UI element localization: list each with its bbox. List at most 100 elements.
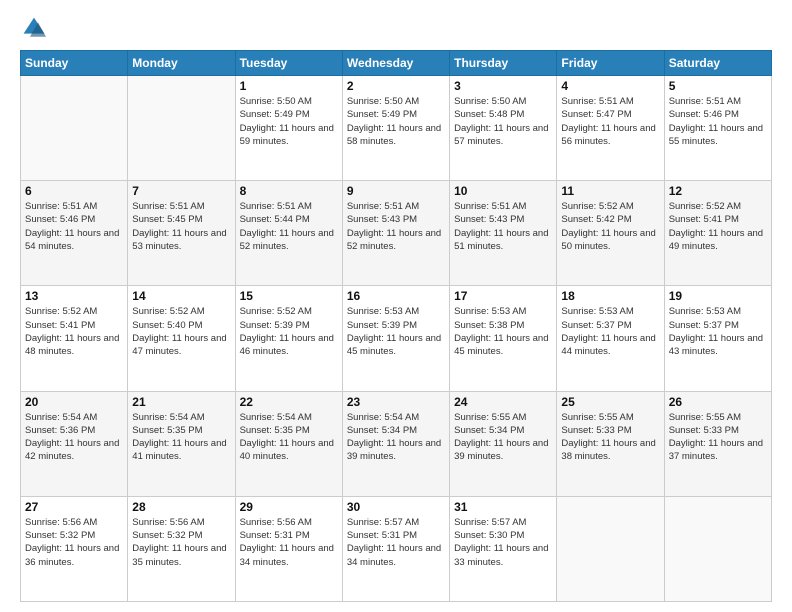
- day-cell: 13 Sunrise: 5:52 AM Sunset: 5:41 PM Dayli…: [21, 286, 128, 391]
- day-info: Sunrise: 5:51 AM Sunset: 5:46 PM Dayligh…: [669, 95, 767, 148]
- day-number: 9: [347, 184, 445, 198]
- day-cell: 11 Sunrise: 5:52 AM Sunset: 5:42 PM Dayli…: [557, 181, 664, 286]
- day-info: Sunrise: 5:54 AM Sunset: 5:35 PM Dayligh…: [132, 411, 230, 464]
- day-info: Sunrise: 5:52 AM Sunset: 5:41 PM Dayligh…: [25, 305, 123, 358]
- day-number: 23: [347, 395, 445, 409]
- day-cell: 12 Sunrise: 5:52 AM Sunset: 5:41 PM Dayli…: [664, 181, 771, 286]
- day-cell: 25 Sunrise: 5:55 AM Sunset: 5:33 PM Dayli…: [557, 391, 664, 496]
- day-cell: 1 Sunrise: 5:50 AM Sunset: 5:49 PM Daylig…: [235, 76, 342, 181]
- header-row: SundayMondayTuesdayWednesdayThursdayFrid…: [21, 51, 772, 76]
- day-cell: 22 Sunrise: 5:54 AM Sunset: 5:35 PM Dayli…: [235, 391, 342, 496]
- header-cell-wednesday: Wednesday: [342, 51, 449, 76]
- day-info: Sunrise: 5:56 AM Sunset: 5:32 PM Dayligh…: [25, 516, 123, 569]
- day-number: 18: [561, 289, 659, 303]
- week-row-1: 1 Sunrise: 5:50 AM Sunset: 5:49 PM Daylig…: [21, 76, 772, 181]
- day-cell: [664, 496, 771, 601]
- day-number: 1: [240, 79, 338, 93]
- day-cell: 19Sunrise: 5:53 AM Sunset: 5:37 PM Dayli…: [664, 286, 771, 391]
- day-cell: 28 Sunrise: 5:56 AM Sunset: 5:32 PM Dayli…: [128, 496, 235, 601]
- day-cell: [128, 76, 235, 181]
- day-number: 26: [669, 395, 767, 409]
- day-cell: 31 Sunrise: 5:57 AM Sunset: 5:30 PM Dayli…: [450, 496, 557, 601]
- day-cell: 26 Sunrise: 5:55 AM Sunset: 5:33 PM Dayli…: [664, 391, 771, 496]
- day-number: 20: [25, 395, 123, 409]
- day-number: 5: [669, 79, 767, 93]
- day-info: Sunrise: 5:51 AM Sunset: 5:46 PM Dayligh…: [25, 200, 123, 253]
- day-number: 22: [240, 395, 338, 409]
- day-cell: 2 Sunrise: 5:50 AM Sunset: 5:49 PM Daylig…: [342, 76, 449, 181]
- week-row-5: 27 Sunrise: 5:56 AM Sunset: 5:32 PM Dayli…: [21, 496, 772, 601]
- day-cell: 10 Sunrise: 5:51 AM Sunset: 5:43 PM Dayli…: [450, 181, 557, 286]
- day-number: 25: [561, 395, 659, 409]
- logo-icon: [22, 16, 46, 40]
- day-cell: 7Sunrise: 5:51 AM Sunset: 5:45 PM Daylig…: [128, 181, 235, 286]
- week-row-4: 20 Sunrise: 5:54 AM Sunset: 5:36 PM Dayli…: [21, 391, 772, 496]
- day-cell: 30 Sunrise: 5:57 AM Sunset: 5:31 PM Dayli…: [342, 496, 449, 601]
- week-row-3: 13 Sunrise: 5:52 AM Sunset: 5:41 PM Dayli…: [21, 286, 772, 391]
- day-number: 14: [132, 289, 230, 303]
- day-cell: 29 Sunrise: 5:56 AM Sunset: 5:31 PM Dayli…: [235, 496, 342, 601]
- day-info: Sunrise: 5:50 AM Sunset: 5:48 PM Dayligh…: [454, 95, 552, 148]
- day-info: Sunrise: 5:55 AM Sunset: 5:33 PM Dayligh…: [669, 411, 767, 464]
- day-info: Sunrise: 5:54 AM Sunset: 5:36 PM Dayligh…: [25, 411, 123, 464]
- week-row-2: 6Sunrise: 5:51 AM Sunset: 5:46 PM Daylig…: [21, 181, 772, 286]
- day-number: 7: [132, 184, 230, 198]
- day-info: Sunrise: 5:55 AM Sunset: 5:34 PM Dayligh…: [454, 411, 552, 464]
- day-number: 10: [454, 184, 552, 198]
- day-info: Sunrise: 5:57 AM Sunset: 5:31 PM Dayligh…: [347, 516, 445, 569]
- header-cell-friday: Friday: [557, 51, 664, 76]
- header-cell-sunday: Sunday: [21, 51, 128, 76]
- day-info: Sunrise: 5:52 AM Sunset: 5:42 PM Dayligh…: [561, 200, 659, 253]
- header-cell-monday: Monday: [128, 51, 235, 76]
- day-info: Sunrise: 5:53 AM Sunset: 5:37 PM Dayligh…: [669, 305, 767, 358]
- day-number: 13: [25, 289, 123, 303]
- day-number: 21: [132, 395, 230, 409]
- day-number: 24: [454, 395, 552, 409]
- day-cell: 20 Sunrise: 5:54 AM Sunset: 5:36 PM Dayli…: [21, 391, 128, 496]
- header-cell-saturday: Saturday: [664, 51, 771, 76]
- day-info: Sunrise: 5:51 AM Sunset: 5:43 PM Dayligh…: [454, 200, 552, 253]
- day-info: Sunrise: 5:52 AM Sunset: 5:39 PM Dayligh…: [240, 305, 338, 358]
- day-number: 30: [347, 500, 445, 514]
- day-cell: 3 Sunrise: 5:50 AM Sunset: 5:48 PM Daylig…: [450, 76, 557, 181]
- day-info: Sunrise: 5:53 AM Sunset: 5:38 PM Dayligh…: [454, 305, 552, 358]
- day-cell: 18 Sunrise: 5:53 AM Sunset: 5:37 PM Dayli…: [557, 286, 664, 391]
- day-cell: 21 Sunrise: 5:54 AM Sunset: 5:35 PM Dayli…: [128, 391, 235, 496]
- day-info: Sunrise: 5:55 AM Sunset: 5:33 PM Dayligh…: [561, 411, 659, 464]
- header-cell-tuesday: Tuesday: [235, 51, 342, 76]
- day-info: Sunrise: 5:51 AM Sunset: 5:43 PM Dayligh…: [347, 200, 445, 253]
- day-info: Sunrise: 5:56 AM Sunset: 5:32 PM Dayligh…: [132, 516, 230, 569]
- day-cell: 17 Sunrise: 5:53 AM Sunset: 5:38 PM Dayli…: [450, 286, 557, 391]
- header: [20, 16, 772, 40]
- day-cell: 24 Sunrise: 5:55 AM Sunset: 5:34 PM Dayli…: [450, 391, 557, 496]
- day-cell: 5 Sunrise: 5:51 AM Sunset: 5:46 PM Daylig…: [664, 76, 771, 181]
- day-cell: 16 Sunrise: 5:53 AM Sunset: 5:39 PM Dayli…: [342, 286, 449, 391]
- day-info: Sunrise: 5:52 AM Sunset: 5:41 PM Dayligh…: [669, 200, 767, 253]
- day-info: Sunrise: 5:50 AM Sunset: 5:49 PM Dayligh…: [347, 95, 445, 148]
- day-number: 17: [454, 289, 552, 303]
- day-number: 2: [347, 79, 445, 93]
- day-cell: 14 Sunrise: 5:52 AM Sunset: 5:40 PM Dayli…: [128, 286, 235, 391]
- day-cell: 9 Sunrise: 5:51 AM Sunset: 5:43 PM Daylig…: [342, 181, 449, 286]
- day-info: Sunrise: 5:53 AM Sunset: 5:37 PM Dayligh…: [561, 305, 659, 358]
- day-cell: [557, 496, 664, 601]
- day-number: 12: [669, 184, 767, 198]
- day-info: Sunrise: 5:52 AM Sunset: 5:40 PM Dayligh…: [132, 305, 230, 358]
- day-info: Sunrise: 5:54 AM Sunset: 5:35 PM Dayligh…: [240, 411, 338, 464]
- day-number: 3: [454, 79, 552, 93]
- day-number: 31: [454, 500, 552, 514]
- day-number: 29: [240, 500, 338, 514]
- day-number: 8: [240, 184, 338, 198]
- day-number: 27: [25, 500, 123, 514]
- day-number: 16: [347, 289, 445, 303]
- day-info: Sunrise: 5:54 AM Sunset: 5:34 PM Dayligh…: [347, 411, 445, 464]
- day-cell: 8Sunrise: 5:51 AM Sunset: 5:44 PM Daylig…: [235, 181, 342, 286]
- day-info: Sunrise: 5:50 AM Sunset: 5:49 PM Dayligh…: [240, 95, 338, 148]
- day-info: Sunrise: 5:56 AM Sunset: 5:31 PM Dayligh…: [240, 516, 338, 569]
- calendar-table: SundayMondayTuesdayWednesdayThursdayFrid…: [20, 50, 772, 602]
- day-cell: [21, 76, 128, 181]
- day-number: 11: [561, 184, 659, 198]
- day-number: 28: [132, 500, 230, 514]
- day-info: Sunrise: 5:57 AM Sunset: 5:30 PM Dayligh…: [454, 516, 552, 569]
- day-info: Sunrise: 5:53 AM Sunset: 5:39 PM Dayligh…: [347, 305, 445, 358]
